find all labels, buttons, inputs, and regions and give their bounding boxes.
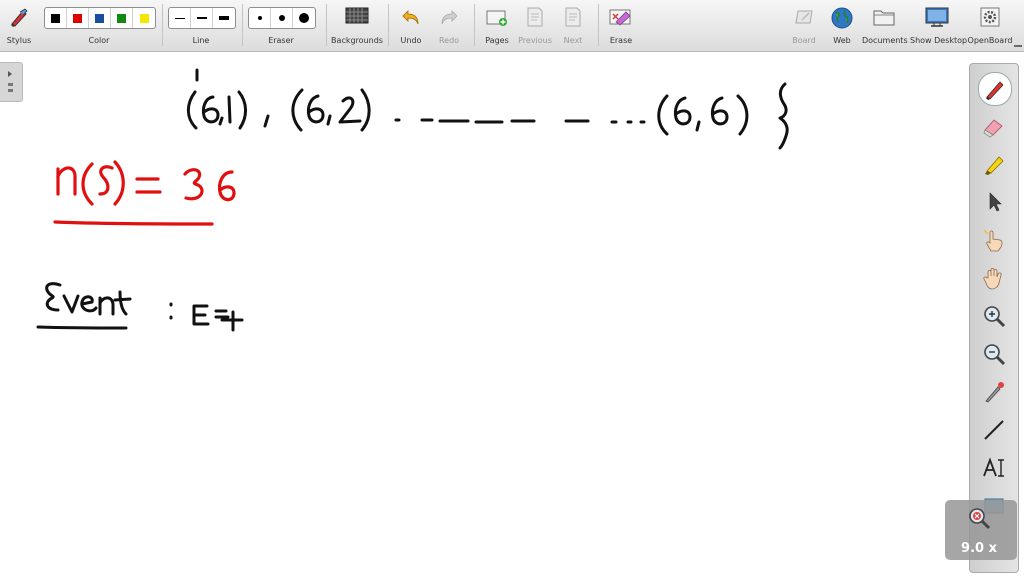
monitor-icon bbox=[925, 7, 949, 27]
zoom-in-icon bbox=[984, 306, 1006, 328]
toolbar-divider bbox=[388, 4, 389, 46]
openboard-menu-button[interactable]: OpenBoard bbox=[966, 0, 1014, 51]
board-label: Board bbox=[792, 36, 816, 45]
laser-pointer-icon bbox=[985, 382, 1004, 403]
previous-label: Previous bbox=[518, 36, 552, 45]
arrow-pointer-icon bbox=[989, 192, 1002, 212]
folder-icon bbox=[873, 10, 895, 26]
line-icon bbox=[984, 420, 1004, 440]
hand-tool-button[interactable] bbox=[978, 262, 1010, 294]
backgrounds-label: Backgrounds bbox=[331, 36, 383, 45]
pen-icon bbox=[986, 81, 1004, 100]
toolbar-divider bbox=[242, 4, 243, 46]
redo-arrow-icon bbox=[441, 10, 458, 25]
hand-icon bbox=[983, 268, 1002, 290]
text-tool-button[interactable] bbox=[978, 452, 1010, 484]
documents-label: Documents bbox=[862, 36, 908, 45]
next-page-icon bbox=[565, 7, 581, 27]
minimize-button[interactable] bbox=[1012, 0, 1024, 51]
board-button[interactable]: Board bbox=[788, 0, 820, 51]
show-desktop-button[interactable]: Show Desktop bbox=[910, 0, 968, 51]
gear-icon bbox=[980, 7, 1000, 27]
erase-board-icon bbox=[609, 9, 631, 26]
stylus-button[interactable]: Stylus bbox=[2, 0, 36, 51]
backgrounds-button[interactable]: Backgrounds bbox=[330, 0, 384, 51]
erase-button[interactable]: Erase bbox=[604, 0, 638, 51]
line-label: Line bbox=[192, 36, 210, 45]
tool-palette bbox=[969, 63, 1019, 573]
interact-tool-button[interactable] bbox=[978, 224, 1010, 256]
toolbar-divider bbox=[326, 4, 327, 46]
zoom-magnifier-icon bbox=[969, 508, 991, 530]
eraser-tool-button[interactable] bbox=[978, 110, 1010, 142]
color-label: Color bbox=[88, 36, 110, 45]
previous-page-icon bbox=[527, 7, 543, 27]
pen-tool-button[interactable] bbox=[978, 72, 1012, 106]
undo-label: Undo bbox=[400, 36, 422, 45]
erase-label: Erase bbox=[609, 36, 633, 45]
toolbar-divider bbox=[474, 4, 475, 46]
minimize-icon bbox=[1014, 45, 1022, 47]
pages-label: Pages bbox=[485, 36, 509, 45]
zoom-in-tool-button[interactable] bbox=[978, 300, 1010, 332]
color-group: Color bbox=[44, 0, 154, 51]
zoom-out-icon bbox=[984, 344, 1006, 366]
web-label: Web bbox=[833, 36, 851, 45]
handwriting-n-s-equals-36 bbox=[53, 160, 236, 226]
eraser-icon bbox=[983, 119, 1003, 138]
line-group: Line bbox=[168, 0, 234, 51]
next-label: Next bbox=[563, 36, 583, 45]
show-desktop-label: Show Desktop bbox=[910, 36, 968, 45]
stylus-label: Stylus bbox=[6, 36, 32, 45]
board-icon bbox=[795, 10, 813, 24]
next-page-button[interactable]: Next bbox=[556, 0, 590, 51]
whiteboard-canvas[interactable] bbox=[0, 52, 1024, 576]
redo-button[interactable]: Redo bbox=[434, 0, 464, 51]
hand-pointer-icon bbox=[983, 229, 1003, 252]
zoom-indicator: 9.0 x bbox=[945, 500, 1017, 560]
documents-button[interactable]: Documents bbox=[862, 0, 908, 51]
openboard-label: OpenBoard bbox=[967, 36, 1013, 45]
zoom-level-text: 9.0 x bbox=[961, 541, 997, 556]
text-icon bbox=[983, 457, 1004, 477]
eraser-label: Eraser bbox=[268, 36, 294, 45]
eraser-group: Eraser bbox=[248, 0, 314, 51]
highlighter-icon bbox=[985, 156, 1004, 175]
web-button[interactable]: Web bbox=[826, 0, 858, 51]
selector-tool-button[interactable] bbox=[978, 186, 1010, 218]
handwriting-sample-space bbox=[186, 68, 789, 150]
previous-page-button[interactable]: Previous bbox=[516, 0, 554, 51]
line-tool-button[interactable] bbox=[978, 414, 1010, 446]
backgrounds-grid-icon bbox=[345, 7, 369, 24]
add-page-icon bbox=[486, 10, 507, 26]
undo-arrow-icon bbox=[402, 10, 419, 25]
undo-button[interactable]: Undo bbox=[396, 0, 426, 51]
pages-button[interactable]: Pages bbox=[480, 0, 514, 51]
marker-tool-button[interactable] bbox=[978, 148, 1010, 180]
stylus-icon bbox=[11, 8, 28, 27]
globe-icon bbox=[831, 7, 853, 29]
redo-label: Redo bbox=[438, 36, 460, 45]
laser-pointer-tool-button[interactable] bbox=[978, 376, 1010, 408]
toolbar-divider bbox=[598, 4, 599, 46]
top-toolbar: Stylus Color Line Eraser Backgrounds Und… bbox=[0, 0, 1024, 52]
zoom-out-tool-button[interactable] bbox=[978, 338, 1010, 370]
handwriting-event-e bbox=[36, 282, 244, 332]
toolbar-divider bbox=[162, 4, 163, 46]
